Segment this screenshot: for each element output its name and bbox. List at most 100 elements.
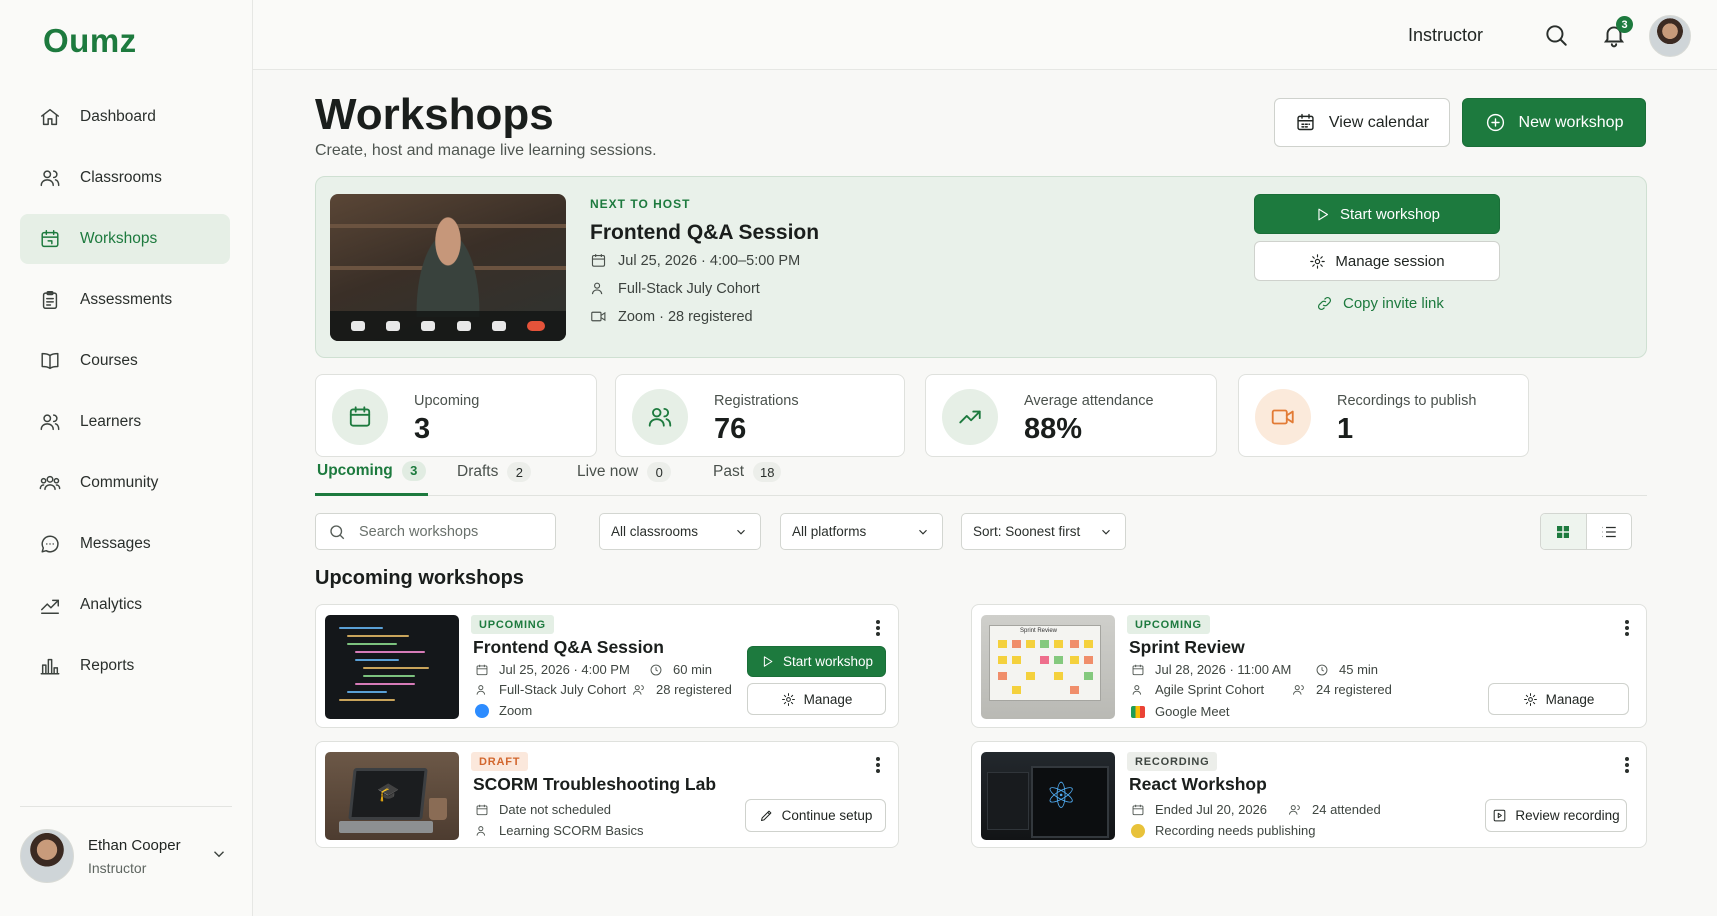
more-options-icon[interactable] <box>869 754 887 776</box>
sidebar-item-label: Classrooms <box>80 169 162 186</box>
end-call-icon[interactable] <box>527 321 546 331</box>
sidebar-item-reports[interactable]: Reports <box>20 641 230 691</box>
search-input[interactable] <box>359 523 539 540</box>
calendar-icon <box>1132 664 1144 675</box>
user-info: Ethan Cooper Instructor <box>88 837 181 876</box>
sort-select[interactable]: Sort: Soonest first <box>961 513 1126 550</box>
chevron-down-icon <box>1102 529 1110 535</box>
calendar-icon <box>1297 113 1314 131</box>
profile-avatar[interactable] <box>1649 15 1691 57</box>
sidebar-item-workshops[interactable]: Workshops <box>20 214 230 264</box>
manage-session-button[interactable]: Manage session <box>1254 241 1500 281</box>
search-icon <box>330 524 345 539</box>
card-date: Ended Jul 20, 2026 <box>1131 802 1267 817</box>
grid-view-button[interactable] <box>1541 514 1586 549</box>
trend-up-icon <box>942 389 998 445</box>
card-title[interactable]: React Workshop <box>1129 774 1267 795</box>
card-cohort: Agile Sprint Cohort <box>1131 682 1264 697</box>
more-options-icon[interactable] <box>1618 754 1636 776</box>
sidebar-item-messages[interactable]: Messages <box>20 519 230 569</box>
status-badge: UPCOMING <box>471 615 554 634</box>
sidebar-item-dashboard[interactable]: Dashboard <box>20 92 230 142</box>
mic-icon[interactable] <box>350 321 365 331</box>
bell-icon[interactable]: 3 <box>1601 16 1633 48</box>
tab-drafts[interactable]: Drafts 2 <box>457 448 532 496</box>
link-icon <box>1317 296 1332 311</box>
review-recording-button[interactable]: Review recording <box>1485 799 1627 832</box>
card-platform: Zoom <box>475 703 532 718</box>
tab-live-now[interactable]: Live now 0 <box>577 448 672 496</box>
sidebar-item-label: Community <box>80 474 159 491</box>
chevron-down-icon[interactable] <box>210 845 228 868</box>
hero-datetime: Jul 25, 2026 · 4:00–5:00 PM <box>590 252 800 269</box>
card-registered: 28 registered <box>632 682 732 697</box>
workshop-card[interactable]: ⚛ RECORDING React Workshop Ended Jul 20,… <box>971 741 1647 848</box>
card-cohort-text: Full-Stack July Cohort <box>499 682 627 697</box>
sidebar-item-label: Dashboard <box>80 108 156 125</box>
card-title[interactable]: Frontend Q&A Session <box>473 637 664 658</box>
analytics-icon <box>38 593 62 617</box>
sidebar-item-community[interactable]: Community <box>20 458 230 508</box>
new-workshop-button[interactable]: New workshop <box>1462 98 1646 147</box>
sidebar: Oumz Dashboard Classrooms Workshops Asse… <box>0 0 253 916</box>
workshop-card[interactable]: Sprint Review UPCOMING Sprint Review Jul… <box>971 604 1647 728</box>
chat-icon[interactable] <box>456 321 471 331</box>
card-platform-text: Zoom <box>499 703 533 718</box>
next-to-host-panel: NEXT TO HOST Frontend Q&A Session Jul 25… <box>315 176 1647 358</box>
book-icon <box>38 349 62 373</box>
copy-invite-label: Copy invite link <box>1343 295 1444 312</box>
classroom-filter[interactable]: All classrooms <box>599 513 761 550</box>
sidebar-nav: Dashboard Classrooms Workshops Assessmen… <box>20 92 230 702</box>
tab-upcoming[interactable]: Upcoming 3 <box>315 448 428 496</box>
tab-label: Drafts <box>457 463 499 480</box>
card-title[interactable]: SCORM Troubleshooting Lab <box>473 774 716 795</box>
search-box <box>315 513 556 550</box>
calendar-icon <box>476 804 488 815</box>
view-calendar-button[interactable]: View calendar <box>1274 98 1450 147</box>
sidebar-item-courses[interactable]: Courses <box>20 336 230 386</box>
plus-circle-icon <box>1486 113 1504 132</box>
copy-invite-link[interactable]: Copy invite link <box>1316 295 1444 312</box>
card-date: Jul 25, 2026 · 4:00 PM <box>475 662 630 677</box>
card-platform-text: Google Meet <box>1155 704 1230 719</box>
more-options-icon[interactable] <box>869 617 887 639</box>
platform-filter[interactable]: All platforms <box>780 513 943 550</box>
search-icon[interactable] <box>1543 22 1569 48</box>
camera-icon[interactable] <box>385 321 400 331</box>
sidebar-item-classrooms[interactable]: Classrooms <box>20 153 230 203</box>
card-duration: 45 min <box>1315 662 1378 677</box>
card-title[interactable]: Sprint Review <box>1129 637 1245 658</box>
video-preview[interactable] <box>330 194 566 341</box>
main-content: Workshops Create, host and manage live l… <box>253 70 1717 916</box>
workshop-card[interactable]: 🎓 DRAFT SCORM Troubleshooting Lab Date n… <box>315 741 899 848</box>
workshop-card[interactable]: UPCOMING Frontend Q&A Session Jul 25, 20… <box>315 604 899 728</box>
list-view-button[interactable] <box>1585 514 1632 549</box>
sidebar-item-assessments[interactable]: Assessments <box>20 275 230 325</box>
tab-past[interactable]: Past 18 <box>713 448 782 496</box>
sidebar-item-analytics[interactable]: Analytics <box>20 580 230 630</box>
start-workshop-button[interactable]: Start workshop <box>1254 194 1500 234</box>
card-date: Date not scheduled <box>475 802 611 817</box>
manage-label: Manage <box>803 691 853 707</box>
gear-icon <box>1310 253 1326 269</box>
role-switcher[interactable]: Instructor <box>1408 25 1483 46</box>
mic-icon[interactable] <box>491 321 506 331</box>
laptop-base <box>339 821 433 833</box>
google-meet-icon <box>1131 705 1145 718</box>
card-registered: 24 registered <box>1292 682 1392 697</box>
start-workshop-button[interactable]: Start workshop <box>747 646 886 677</box>
stat-recordings: Recordings to publish 1 <box>1238 374 1529 457</box>
manage-button[interactable]: Manage <box>747 683 886 715</box>
review-recording-label: Review recording <box>1515 808 1620 823</box>
card-attended: 24 attended <box>1288 802 1381 817</box>
participants-icon[interactable] <box>421 321 436 331</box>
sidebar-item-learners[interactable]: Learners <box>20 397 230 447</box>
user-menu[interactable]: Ethan Cooper Instructor <box>20 826 232 886</box>
more-options-icon[interactable] <box>1618 617 1636 639</box>
sort-value: Sort: Soonest first <box>973 524 1081 539</box>
logo[interactable]: Oumz <box>43 22 137 60</box>
continue-setup-button[interactable]: Continue setup <box>745 799 886 832</box>
page-title: Workshops <box>315 90 554 139</box>
manage-button[interactable]: Manage <box>1488 683 1629 715</box>
host-video <box>408 212 488 317</box>
